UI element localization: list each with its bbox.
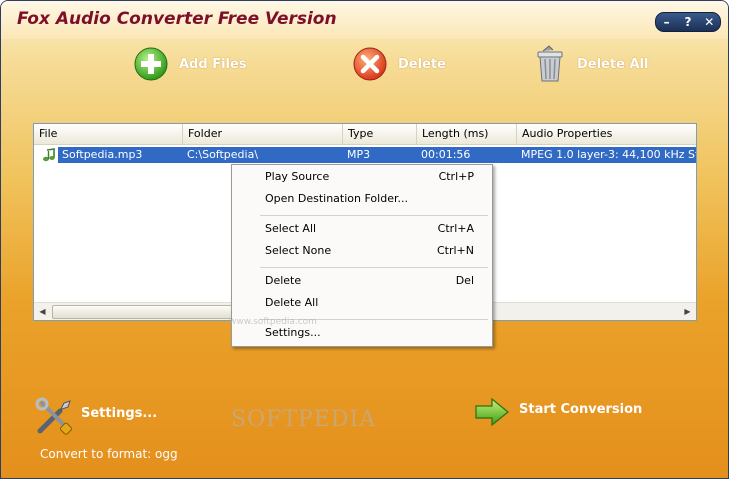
menu-label: Delete All <box>265 296 319 309</box>
column-folder[interactable]: Folder <box>183 124 343 144</box>
cell-folder: C:\Softpedia\ <box>183 147 343 163</box>
scroll-right-arrow[interactable]: ▶ <box>679 303 696 320</box>
menu-shortcut: Ctrl+N <box>436 244 474 257</box>
menu-separator <box>260 215 488 216</box>
menu-shortcut: Ctrl+A <box>437 222 474 235</box>
table-row[interactable]: Softpedia.mp3 C:\Softpedia\ MP3 00:01:56… <box>34 147 696 163</box>
menu-item-play-source[interactable]: Play Source Ctrl+P <box>232 167 492 187</box>
start-arrow-icon[interactable] <box>474 397 510 427</box>
menu-item-delete-all[interactable]: Delete All <box>232 293 492 313</box>
menu-shortcut: Ctrl+P <box>438 170 474 183</box>
window-title: Fox Audio Converter Free Version <box>17 9 337 29</box>
add-files-label: Add Files <box>179 56 247 72</box>
add-files-button[interactable]: Add Files <box>133 45 247 83</box>
delete-button[interactable]: Delete <box>352 45 446 83</box>
column-length[interactable]: Length (ms) <box>417 124 517 144</box>
watermark-url: www.softpedia.com <box>229 317 317 327</box>
column-type[interactable]: Type <box>343 124 417 144</box>
cell-audio-properties: MPEG 1.0 layer-3: 44,100 kHz Stereo <box>517 147 696 163</box>
delete-label: Delete <box>398 56 446 72</box>
plus-icon <box>134 47 168 81</box>
scroll-left-arrow[interactable]: ◀ <box>34 303 51 320</box>
menu-item-open-destination-folder[interactable]: Open Destination Folder... <box>232 189 492 209</box>
delete-all-button[interactable]: Delete All <box>533 45 648 83</box>
column-audio-properties[interactable]: Audio Properties <box>517 124 696 144</box>
watermark-text: SOFTPEDIA <box>231 407 377 432</box>
menu-shortcut: Del <box>455 274 474 287</box>
column-file[interactable]: File <box>34 124 183 144</box>
menu-item-select-none[interactable]: Select None Ctrl+N <box>232 241 492 261</box>
delete-all-label: Delete All <box>577 56 649 72</box>
menu-label: Open Destination Folder... <box>265 192 408 205</box>
cell-file: Softpedia.mp3 <box>58 147 183 163</box>
menu-separator <box>260 267 488 268</box>
settings-button[interactable]: Settings... <box>81 406 157 421</box>
menu-item-delete[interactable]: Delete Del <box>232 271 492 291</box>
trash-can-icon <box>537 45 563 82</box>
menu-item-select-all[interactable]: Select All Ctrl+A <box>232 219 492 239</box>
help-button[interactable]: ? <box>678 13 698 31</box>
cell-type: MP3 <box>343 147 417 163</box>
minimize-button[interactable]: – <box>657 13 677 31</box>
menu-label: Select All <box>265 222 317 235</box>
music-note-icon <box>43 148 55 162</box>
convert-format-text: Convert to format: ogg <box>40 447 178 461</box>
menu-label: Delete <box>265 274 302 287</box>
file-list-header: File Folder Type Length (ms) Audio Prope… <box>34 124 696 145</box>
menu-label: Play Source <box>265 170 330 183</box>
cell-length: 00:01:56 <box>417 147 517 163</box>
main-window: Fox Audio Converter Free Version – ? ✕ A… <box>0 0 729 479</box>
menu-label: Select None <box>265 244 332 257</box>
close-button[interactable]: ✕ <box>699 13 719 31</box>
window-controls: – ? ✕ <box>655 12 721 32</box>
settings-tools-icon[interactable] <box>34 397 74 437</box>
start-conversion-button[interactable]: Start Conversion <box>519 402 642 417</box>
title-bar[interactable]: Fox Audio Converter Free Version – ? ✕ <box>1 1 728 39</box>
delete-x-icon <box>353 47 387 81</box>
